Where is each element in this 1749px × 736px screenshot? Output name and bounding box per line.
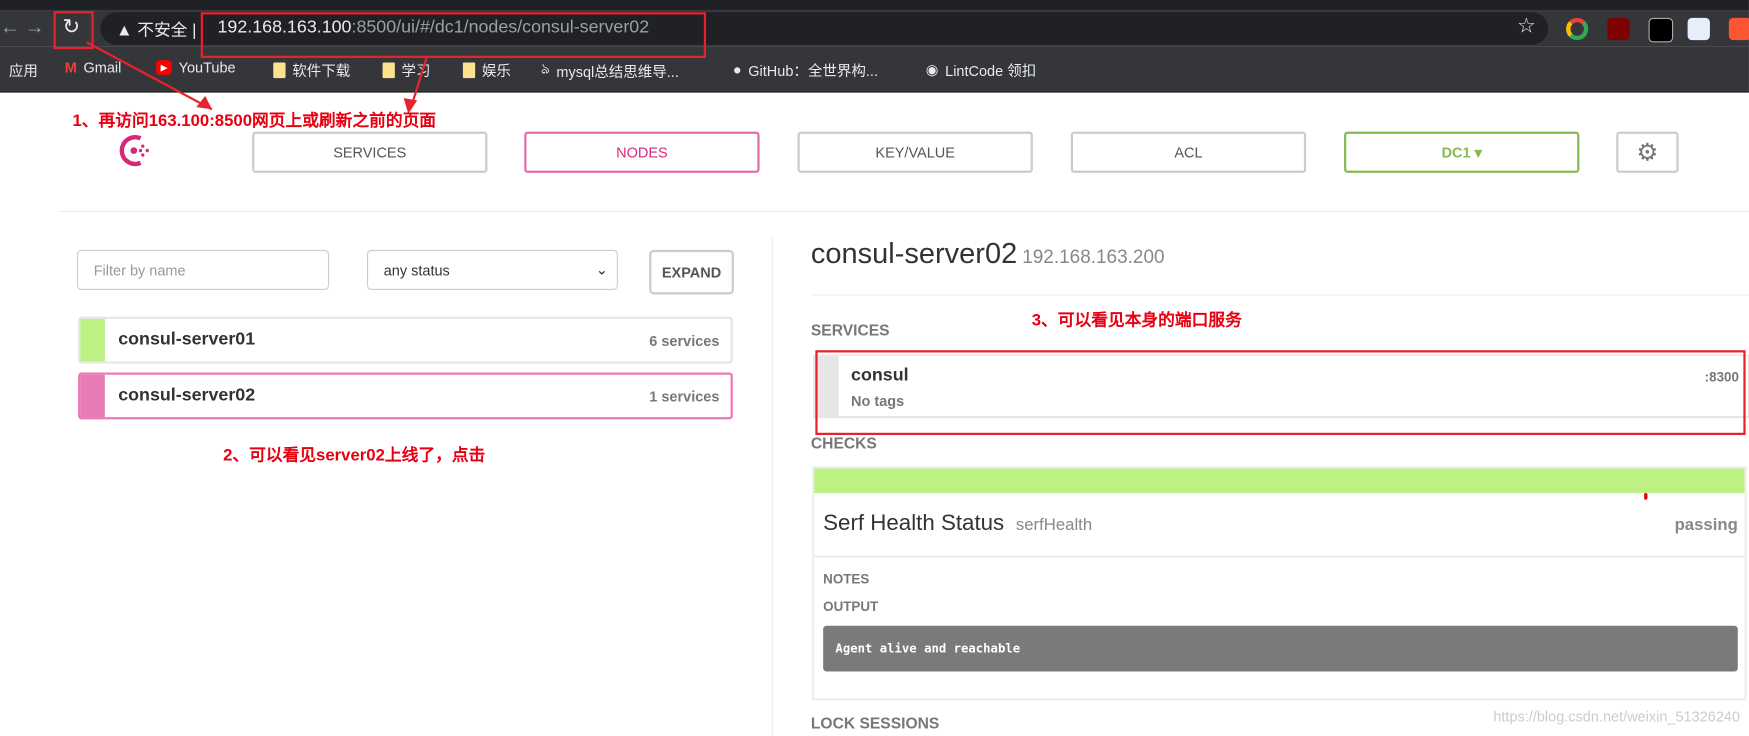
- divider: [810, 294, 1749, 296]
- check-status: passing: [1674, 515, 1738, 535]
- datacenter-dropdown[interactable]: DC1 ▾: [1344, 131, 1580, 173]
- nav-acl-button[interactable]: ACL: [1070, 131, 1307, 173]
- check-card: Serf Health Status serfHealth passing NO…: [812, 466, 1747, 701]
- node-status-bar: [80, 319, 105, 362]
- nav-label: ACL: [1174, 143, 1203, 161]
- node-detail-header: consul-server02 192.168.163.200: [811, 236, 1165, 271]
- nav-services-button[interactable]: SERVICES: [252, 131, 488, 173]
- nav-keyvalue-button[interactable]: KEY/VALUE: [797, 131, 1033, 173]
- check-output: Agent alive and reachable: [823, 625, 1738, 672]
- lock-sessions-label: LOCK SESSIONS: [810, 713, 940, 732]
- consul-logo[interactable]: [116, 133, 152, 169]
- chevron-down-icon: ⌄: [595, 261, 608, 278]
- filter-placeholder: Filter by name: [93, 261, 186, 279]
- node-name: consul-server01: [118, 330, 256, 350]
- gear-icon: ⚙: [1636, 137, 1659, 166]
- check-id: serfHealth: [1015, 515, 1093, 535]
- check-name: Serf Health Status: [823, 510, 1005, 536]
- column-divider: [771, 236, 773, 736]
- node-status-bar: [80, 374, 105, 418]
- checks-section-label: CHECKS: [810, 433, 877, 452]
- divider: [814, 555, 1745, 558]
- expand-label: EXPAND: [661, 263, 722, 281]
- annotation-step1: 1、再访问163.100:8500网页上或刷新之前的页面: [72, 111, 437, 131]
- filter-name-input[interactable]: Filter by name: [76, 249, 330, 291]
- check-status-bar: [814, 468, 1745, 494]
- watermark: https://blog.csdn.net/weixin_51326240: [1493, 708, 1741, 726]
- nav-label: KEY/VALUE: [875, 143, 955, 161]
- node-title: consul-server02: [810, 236, 1018, 270]
- settings-button[interactable]: ⚙: [1616, 131, 1679, 173]
- node-name: consul-server02: [118, 385, 256, 405]
- status-value: any status: [383, 261, 450, 279]
- check-header: Serf Health Status serfHealth: [823, 511, 1092, 537]
- node-service-count: 6 services: [649, 331, 720, 349]
- nav-label: NODES: [616, 143, 668, 161]
- services-section-label: SERVICES: [810, 321, 890, 340]
- output-label: OUTPUT: [823, 598, 879, 615]
- node-address: 192.168.163.200: [1022, 246, 1165, 268]
- check-output-text: Agent alive and reachable: [835, 641, 1021, 656]
- divider: [58, 210, 1749, 212]
- annotation-dot: [1644, 493, 1648, 500]
- node-row[interactable]: consul-server01 6 services: [78, 316, 733, 364]
- node-row-selected[interactable]: consul-server02 1 services: [78, 372, 733, 420]
- annotation-box-service: [815, 350, 1746, 436]
- status-select[interactable]: any status ⌄: [366, 249, 618, 291]
- nav-label: DC1 ▾: [1441, 143, 1482, 161]
- nav-label: SERVICES: [333, 143, 407, 161]
- notes-label: NOTES: [823, 571, 870, 587]
- annotation-step2: 2、可以看见server02上线了，点击: [223, 446, 486, 466]
- expand-button[interactable]: EXPAND: [649, 249, 734, 295]
- node-service-count: 1 services: [649, 387, 720, 405]
- annotation-step3: 3、可以看见本身的端口服务: [1031, 311, 1242, 331]
- nav-nodes-button[interactable]: NODES: [524, 131, 760, 173]
